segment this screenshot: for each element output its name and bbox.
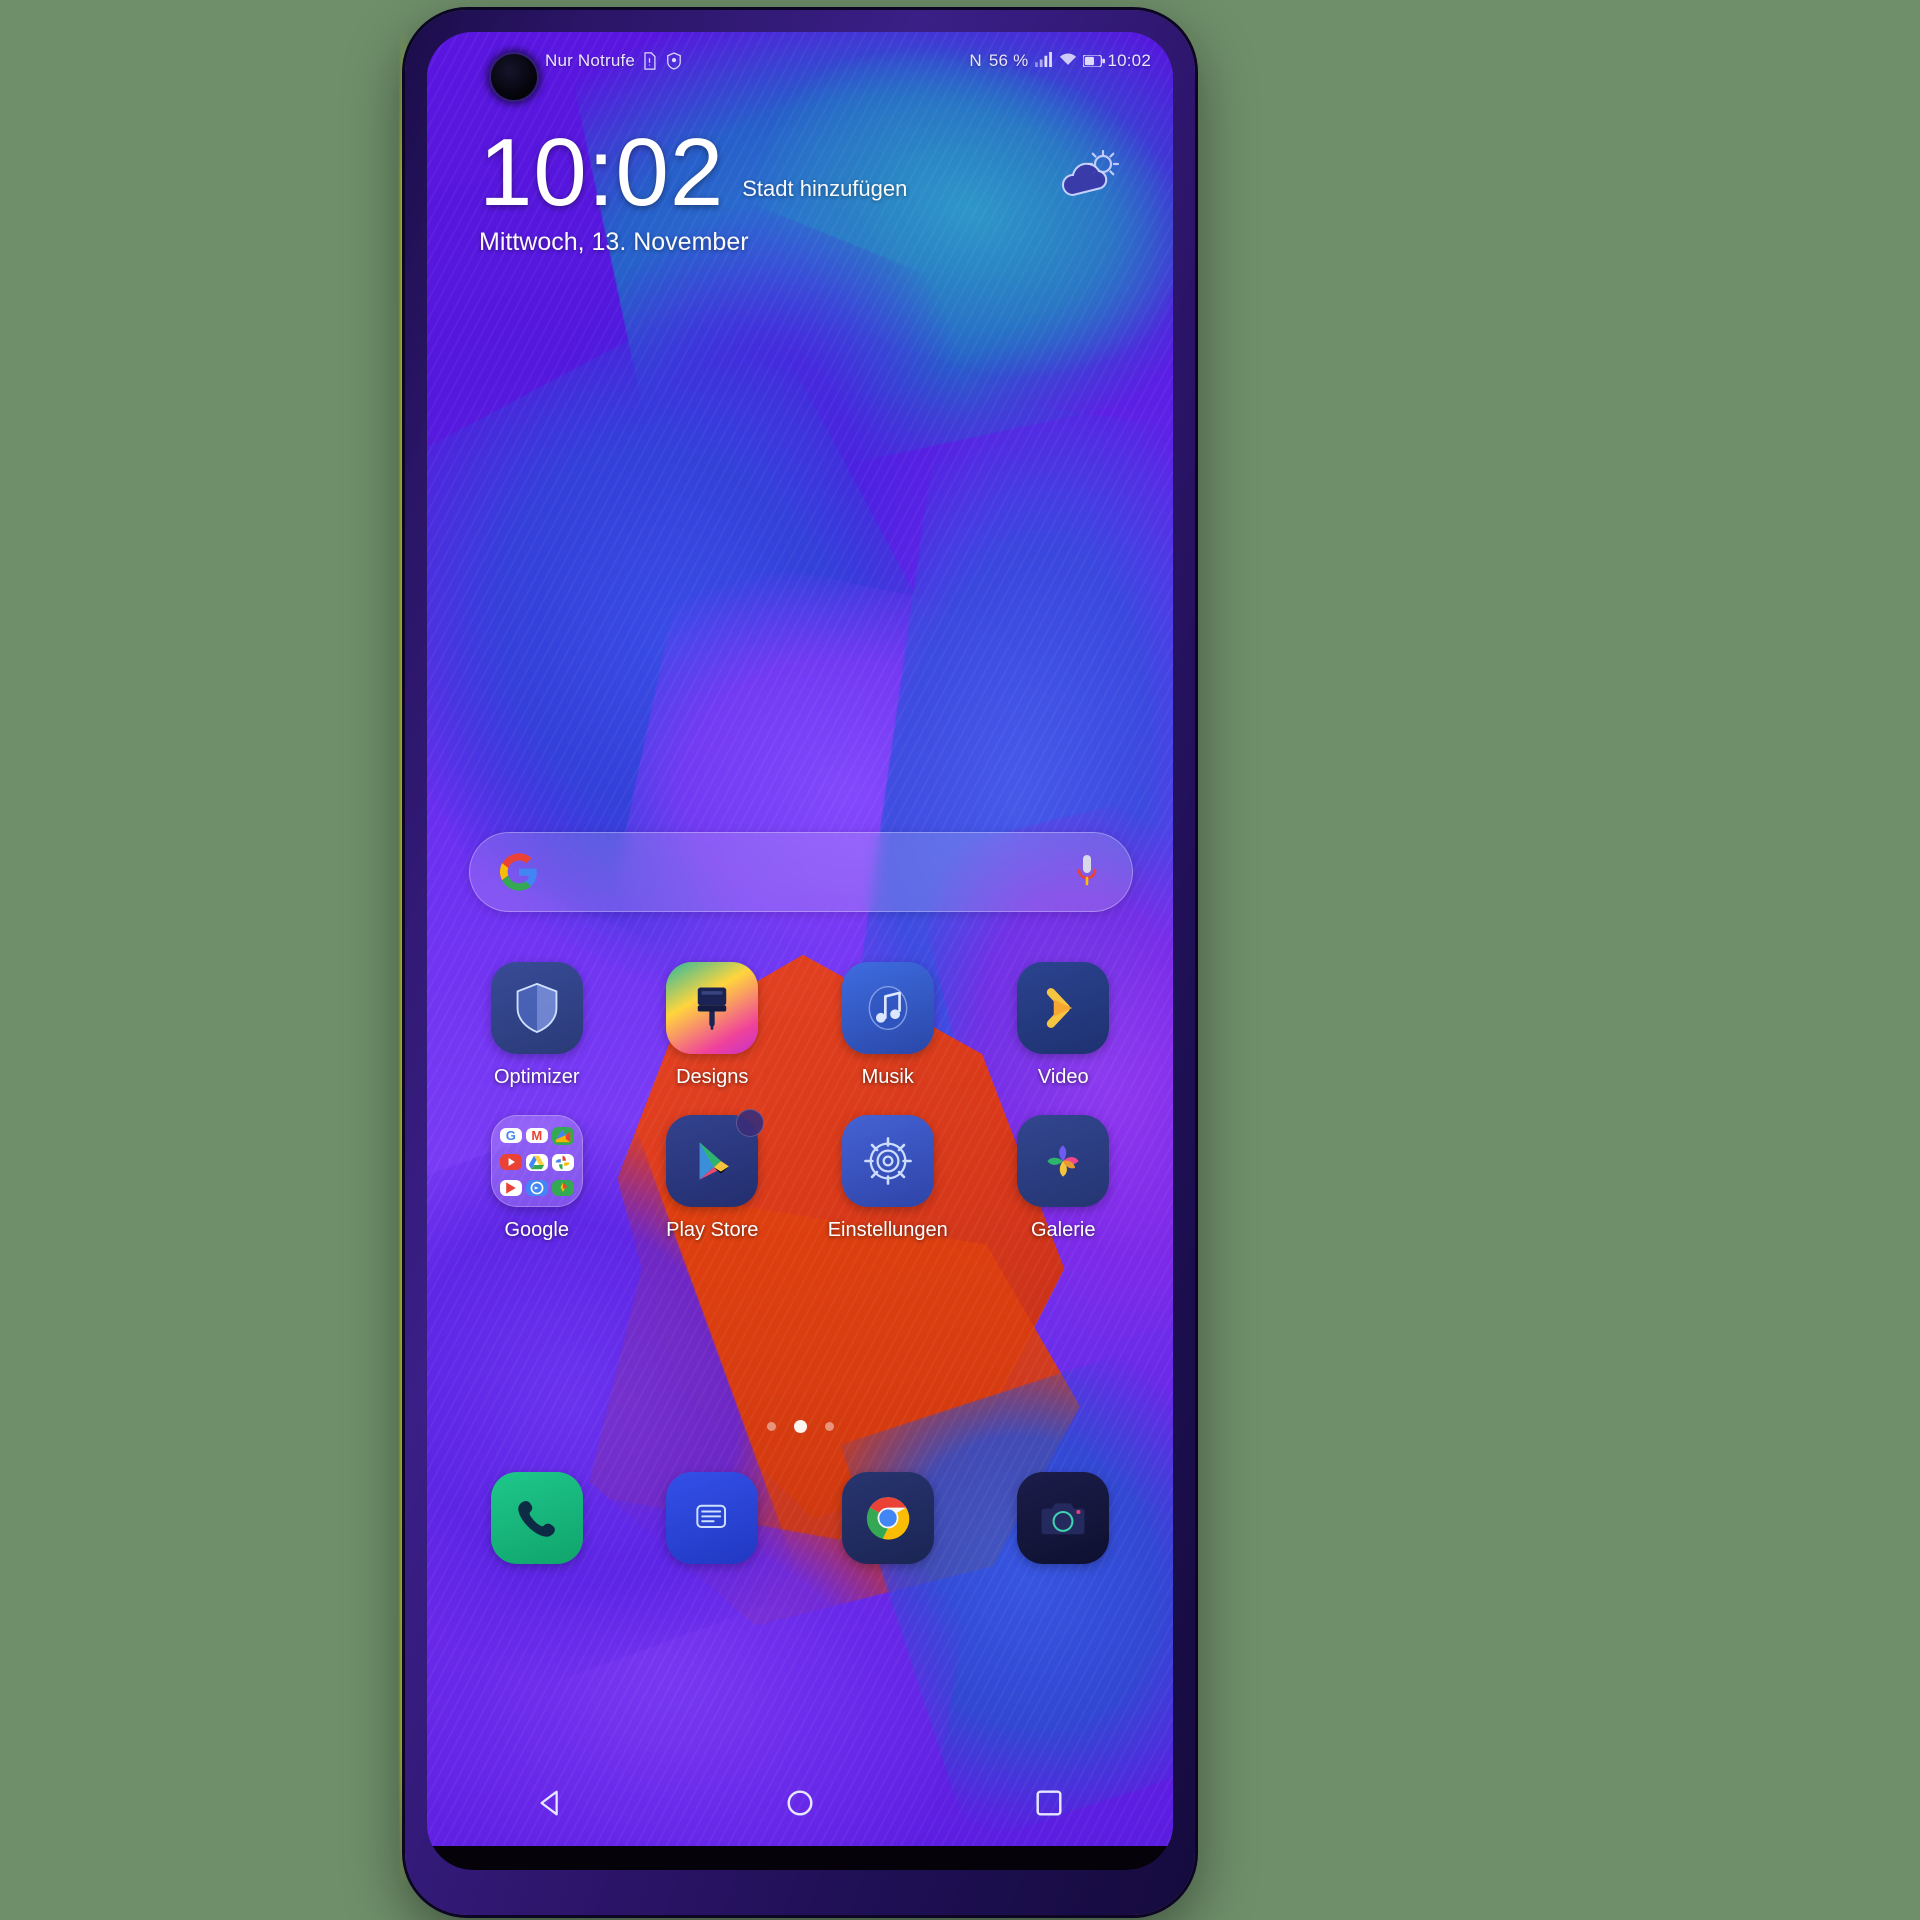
dock-app-kamera[interactable]: Kamera bbox=[991, 1472, 1135, 1599]
phone-device: Nur Notrufe N 56 % 10:02 10:02 Stadt hin… bbox=[405, 10, 1195, 1915]
dock-row: Telefon Nachrichten bbox=[427, 1472, 1173, 1599]
settings-gear-icon bbox=[841, 1115, 934, 1207]
app-play-store[interactable]: Play Store bbox=[640, 1109, 784, 1242]
back-triangle-icon[interactable] bbox=[509, 1777, 593, 1829]
app-label: Google bbox=[504, 1219, 570, 1241]
app-folder-google[interactable]: G M Google bbox=[465, 1115, 609, 1242]
recents-square-icon[interactable] bbox=[1007, 1777, 1091, 1829]
nfc-indicator: N bbox=[969, 51, 982, 70]
home-circle-icon[interactable] bbox=[758, 1777, 842, 1829]
app-row: Optimizer Designs Musik Video bbox=[427, 962, 1173, 1089]
status-bar-clock: 10:02 bbox=[1107, 51, 1151, 70]
clock-date: Mittwoch, 13. November bbox=[479, 228, 749, 257]
app-label: Musik bbox=[861, 1066, 914, 1088]
folder-app-maps bbox=[551, 1126, 574, 1145]
google-search-bar[interactable] bbox=[469, 832, 1133, 912]
wifi-icon bbox=[1059, 52, 1077, 71]
app-label: Designs bbox=[676, 1066, 749, 1088]
notification-badge bbox=[736, 1109, 765, 1137]
clock-time: 10:02 bbox=[479, 119, 725, 226]
phone-screen: Nur Notrufe N 56 % 10:02 10:02 Stadt hin… bbox=[427, 32, 1173, 1870]
dock-app-chrome[interactable]: Chrome bbox=[816, 1472, 960, 1599]
app-designs[interactable]: Designs bbox=[640, 962, 784, 1089]
page-dot[interactable] bbox=[766, 1422, 776, 1431]
screenshot-stage: Nur Notrufe N 56 % 10:02 10:02 Stadt hin… bbox=[0, 0, 1920, 1920]
phone-handset-icon bbox=[490, 1472, 583, 1564]
messages-chat-icon bbox=[666, 1472, 759, 1564]
gallery-pinwheel-icon bbox=[1017, 1115, 1110, 1207]
shield-icon bbox=[490, 962, 583, 1054]
play-store-icon bbox=[666, 1109, 765, 1207]
camera-icon bbox=[1017, 1472, 1110, 1564]
shield-icon bbox=[666, 51, 683, 71]
folder-app-calendar bbox=[551, 1179, 574, 1196]
microphone-icon[interactable] bbox=[1074, 853, 1100, 891]
page-indicator[interactable] bbox=[427, 1420, 1173, 1433]
dock-app-nachrichten[interactable]: Nachrichten bbox=[640, 1472, 784, 1599]
app-label: Optimizer bbox=[493, 1066, 580, 1088]
partly-cloudy-icon bbox=[1059, 149, 1121, 201]
app-video[interactable]: Video bbox=[991, 962, 1135, 1089]
app-einstellungen[interactable]: Einstellungen bbox=[816, 1115, 960, 1242]
folder-app-youtube bbox=[499, 1154, 522, 1170]
signal-bars-icon bbox=[1035, 51, 1053, 71]
folder-app-duo bbox=[525, 1179, 548, 1196]
app-label: Galerie bbox=[1031, 1219, 1096, 1241]
folder-app-photos bbox=[551, 1153, 574, 1171]
navigation-bar bbox=[427, 1770, 1173, 1836]
folder-app-gmail: M bbox=[525, 1128, 548, 1143]
app-galerie[interactable]: Galerie bbox=[991, 1115, 1135, 1242]
battery-percent-label: 56 % bbox=[988, 51, 1029, 70]
app-label: Einstellungen bbox=[827, 1219, 948, 1241]
app-label: Play Store bbox=[666, 1219, 759, 1241]
app-musik[interactable]: Musik bbox=[816, 962, 960, 1089]
carrier-label: Nur Notrufe bbox=[545, 51, 636, 70]
app-grid: Optimizer Designs Musik Video G M Google… bbox=[427, 962, 1173, 1268]
play-arrow-icon bbox=[1017, 962, 1110, 1054]
google-g-icon bbox=[500, 853, 538, 891]
folder-app-google: G bbox=[499, 1128, 522, 1143]
chrome-icon bbox=[841, 1472, 934, 1564]
folder-app-play-movies bbox=[499, 1179, 522, 1196]
page-dot-active[interactable] bbox=[793, 1420, 807, 1433]
dock-app-telefon[interactable]: Telefon bbox=[465, 1472, 609, 1599]
battery-icon bbox=[1082, 52, 1106, 71]
app-label: Video bbox=[1037, 1066, 1089, 1088]
app-optimizer[interactable]: Optimizer bbox=[465, 962, 609, 1089]
music-note-icon bbox=[841, 962, 934, 1054]
google-folder-icon: G M bbox=[490, 1115, 583, 1207]
dock: Telefon Nachrichten bbox=[427, 1472, 1173, 1599]
front-camera-punch-hole bbox=[491, 54, 537, 100]
page-dot[interactable] bbox=[824, 1422, 834, 1431]
status-bar: Nur Notrufe N 56 % 10:02 bbox=[427, 32, 1173, 90]
folder-app-drive bbox=[525, 1153, 548, 1171]
add-city-link[interactable]: Stadt hinzufügen bbox=[742, 176, 907, 202]
app-row: G M Google Play Store Einstellungen Gale… bbox=[427, 1109, 1173, 1242]
paintbrush-icon bbox=[666, 962, 759, 1054]
sim-card-icon bbox=[642, 51, 659, 71]
screen-bottom-bezel bbox=[427, 1846, 1173, 1870]
clock-weather-widget[interactable]: 10:02 Stadt hinzufügen Mittwoch, 13. Nov… bbox=[427, 119, 1173, 257]
